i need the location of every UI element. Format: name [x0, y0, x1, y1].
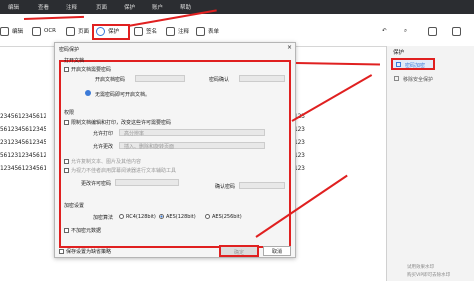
search-button[interactable]: ⌕ — [404, 24, 407, 38]
sign-button[interactable]: 签名 — [134, 24, 157, 38]
unlock-icon — [394, 76, 399, 81]
edit-button[interactable]: 编辑 — [0, 24, 23, 38]
menu-protect[interactable]: 保护 — [124, 3, 135, 11]
password-encrypt-item[interactable]: 密码加密 — [391, 58, 435, 70]
copy-option[interactable]: 允许复制文本、图片及其他内容 — [64, 158, 141, 165]
change-password-field[interactable] — [115, 179, 179, 186]
menu-help[interactable]: 帮助 — [180, 3, 191, 11]
panel-toggle-button[interactable] — [452, 24, 461, 38]
close-icon[interactable]: × — [287, 44, 292, 51]
annotation-arrow — [291, 74, 373, 122]
form-button[interactable]: 表单 — [196, 24, 219, 38]
form-icon — [196, 26, 205, 36]
protect-button[interactable]: 保护 — [96, 24, 119, 38]
menu-bar: 编辑 查看 注释 页面 保护 账户 帮助 — [0, 0, 474, 14]
open-password-label: 开启文档密码 — [95, 77, 126, 83]
encrypt-label: 加密算法 — [93, 215, 114, 221]
doc-line: 2312345612345 — [0, 139, 46, 146]
page-label: 页面 — [78, 29, 90, 35]
menu-comment[interactable]: 注释 — [66, 3, 77, 11]
annotation-arrow — [295, 62, 381, 66]
tool-button[interactable] — [428, 24, 437, 38]
cancel-label: 取消 — [272, 249, 283, 255]
open-confirm-field[interactable] — [239, 75, 285, 82]
search-icon: ⌕ — [404, 27, 408, 34]
change-select[interactable]: 插入、删除和旋转页面 — [119, 142, 265, 150]
menu-page[interactable]: 页面 — [96, 3, 107, 11]
back-icon: ↶ — [382, 28, 387, 34]
permission-checkbox-label: 限制文档编辑和打印，改变这些许可需要密码 — [71, 120, 172, 126]
trial-watermark-note: 试用效果水印 — [407, 265, 434, 270]
menu-view[interactable]: 查看 — [38, 3, 49, 11]
cancel-button[interactable]: 取消 — [263, 246, 291, 256]
change-confirm-label: 确认密码 — [215, 184, 236, 190]
no-encrypt-metadata-checkbox[interactable]: 不加密元数据 — [64, 227, 101, 234]
aes128-label: AES(128bit) — [166, 214, 196, 220]
open-confirm-label: 密码确认 — [209, 77, 230, 83]
edit-icon — [0, 26, 9, 36]
comment-label: 注释 — [178, 29, 190, 35]
print-label: 允许打印 — [93, 131, 114, 137]
aes256-label: AES(256bit) — [212, 214, 242, 220]
lock-icon — [396, 62, 401, 67]
ok-button[interactable]: 确定 — [219, 245, 259, 257]
print-select[interactable]: 高分辨率 — [119, 129, 265, 137]
remove-security-label: 移除安全保护 — [403, 77, 434, 83]
copy-option-label: 允许复制文本、图片及其他内容 — [71, 159, 142, 165]
ok-label: 确定 — [234, 250, 245, 256]
open-section-title: 打开文档 — [64, 58, 85, 64]
encrypt-section-title: 加密设置 — [64, 203, 85, 209]
open-hint: 无需密码即可开启文档。 — [95, 92, 151, 98]
pen-icon — [134, 26, 143, 36]
ocr-label: OCR — [44, 28, 56, 34]
doc-line: 5612345612345 — [0, 126, 46, 133]
panel-icon — [452, 26, 461, 36]
change-value: 插入、删除和旋转页面 — [124, 144, 175, 150]
open-password-field[interactable] — [135, 75, 185, 82]
menu-account[interactable]: 账户 — [152, 3, 163, 11]
sign-label: 签名 — [146, 29, 158, 35]
print-value: 高分辨率 — [124, 131, 145, 137]
protect-label: 保护 — [108, 29, 120, 35]
form-label: 表单 — [208, 29, 220, 35]
doc-line: 5612312345612 — [0, 152, 46, 159]
remove-security-item[interactable]: 移除安全保护 — [391, 74, 471, 84]
aes128-radio[interactable]: AES(128bit) — [159, 214, 196, 220]
page-icon — [66, 26, 75, 36]
menu-edit[interactable]: 编辑 — [8, 3, 19, 11]
doc-line: 1234561234561 — [0, 165, 46, 172]
save-default-checkbox[interactable]: 保存设置为缺省策略 — [59, 248, 111, 255]
reader-option-label: 为视力不佳者启用屏幕阅读器进行文本辅助工具 — [71, 168, 177, 174]
aes256-radio[interactable]: AES(256bit) — [205, 214, 242, 220]
permission-checkbox[interactable]: 限制文档编辑和打印，改变这些许可需要密码 — [64, 119, 171, 126]
change-confirm-field[interactable] — [239, 182, 285, 189]
info-icon — [85, 90, 91, 96]
comment-icon — [166, 26, 175, 36]
doc-line: 2345612345612 — [0, 113, 46, 120]
rc4-label: RC4(128bit) — [126, 214, 156, 220]
tool-icon — [428, 26, 437, 36]
open-password-checkbox[interactable]: 开启文档需要密码 — [64, 66, 111, 73]
reader-option[interactable]: 为视力不佳者启用屏幕阅读器进行文本辅助工具 — [64, 167, 176, 174]
open-checkbox-label: 开启文档需要密码 — [71, 67, 112, 73]
change-label: 允许更改 — [93, 144, 114, 150]
page-button[interactable]: 页面 — [66, 24, 89, 38]
shield-icon — [96, 26, 105, 36]
no-encrypt-label: 不加密元数据 — [71, 228, 102, 234]
change-password-label: 更改许可密码 — [81, 181, 112, 187]
ocr-icon — [32, 26, 41, 36]
dialog-title: 密码保护 — [59, 47, 80, 53]
vip-note: 购买VIP即可去除水印 — [407, 273, 451, 278]
panel-title: 保护 — [393, 50, 405, 56]
ocr-button[interactable]: OCR — [32, 24, 56, 38]
password-encrypt-label: 密码加密 — [405, 63, 426, 69]
rc4-radio[interactable]: RC4(128bit) — [119, 214, 156, 220]
comment-button[interactable]: 注释 — [166, 24, 189, 38]
save-default-label: 保存设置为缺省策略 — [66, 249, 112, 255]
password-protect-dialog: 密码保护 × 打开文档 开启文档需要密码 开启文档密码 密码确认 无需密码即可开… — [54, 42, 296, 258]
right-panel: 保护 密码加密 移除安全保护 试用效果水印 购买VIP即可去除水印 — [386, 46, 474, 281]
permission-section-title: 权限 — [64, 110, 75, 116]
edit-label: 编辑 — [12, 29, 24, 35]
back-button[interactable]: ↶ — [382, 24, 387, 38]
